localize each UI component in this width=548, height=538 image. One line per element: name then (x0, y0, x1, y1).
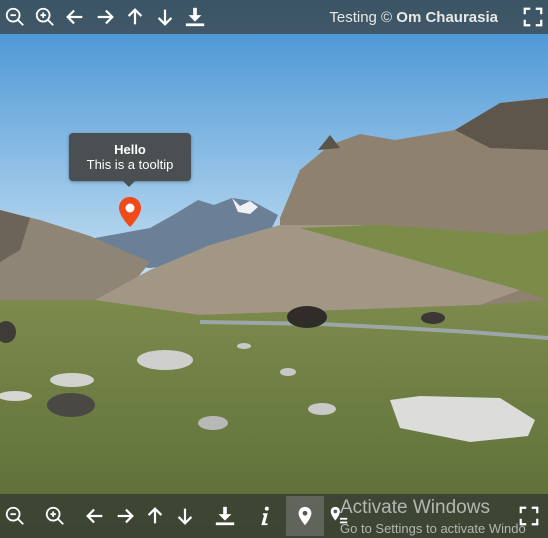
move-up-button[interactable] (140, 501, 170, 531)
arrow-left-icon (66, 9, 83, 25)
map-pin-icon[interactable] (118, 196, 142, 228)
zoom-out-button[interactable] (0, 501, 30, 531)
download-button[interactable] (180, 2, 210, 32)
download-button[interactable] (210, 501, 240, 531)
info-icon (261, 506, 269, 526)
marker-list-icon (330, 506, 348, 524)
tooltip-title: Hello (114, 142, 146, 157)
fullscreen-button[interactable] (514, 501, 544, 531)
download-icon (215, 506, 235, 526)
arrow-left-icon (86, 508, 103, 524)
tooltip-body: This is a tooltip (86, 157, 174, 172)
download-icon (185, 7, 205, 27)
markers-list-button[interactable] (324, 501, 354, 531)
zoom-out-button[interactable] (0, 2, 30, 32)
arrow-down-icon (177, 508, 193, 525)
move-left-button[interactable] (80, 501, 110, 531)
move-left-button[interactable] (60, 2, 90, 32)
info-button[interactable] (250, 501, 280, 531)
panorama-viewer[interactable]: Testing © Om Chaurasia Hello This is a t… (0, 0, 548, 538)
fullscreen-icon (519, 506, 539, 526)
move-up-button[interactable] (120, 2, 150, 32)
markers-button[interactable] (286, 496, 324, 536)
move-right-button[interactable] (90, 2, 120, 32)
arrow-right-icon (117, 508, 134, 524)
arrow-up-icon (147, 507, 163, 524)
zoom-in-icon (35, 7, 54, 26)
top-toolbar: Testing © Om Chaurasia (0, 0, 548, 34)
caption-author: Om Chaurasia (396, 8, 498, 26)
zoom-out-icon (5, 7, 24, 26)
zoom-out-icon (5, 506, 24, 525)
zoom-in-button[interactable] (40, 501, 70, 531)
arrow-down-icon (157, 9, 173, 26)
panorama-image[interactable] (0, 0, 548, 538)
caption-prefix: Testing © (329, 8, 393, 26)
fullscreen-button[interactable] (518, 2, 548, 32)
fullscreen-icon (523, 7, 543, 27)
move-down-button[interactable] (170, 501, 200, 531)
marker-icon (298, 506, 312, 526)
bottom-toolbar (0, 494, 548, 538)
arrow-up-icon (127, 8, 143, 25)
zoom-in-button[interactable] (30, 2, 60, 32)
move-right-button[interactable] (110, 501, 140, 531)
viewer-caption: Testing © Om Chaurasia (210, 9, 518, 26)
move-down-button[interactable] (150, 2, 180, 32)
zoom-in-icon (45, 506, 64, 525)
arrow-right-icon (97, 9, 114, 25)
marker-tooltip: Hello This is a tooltip (69, 133, 191, 187)
